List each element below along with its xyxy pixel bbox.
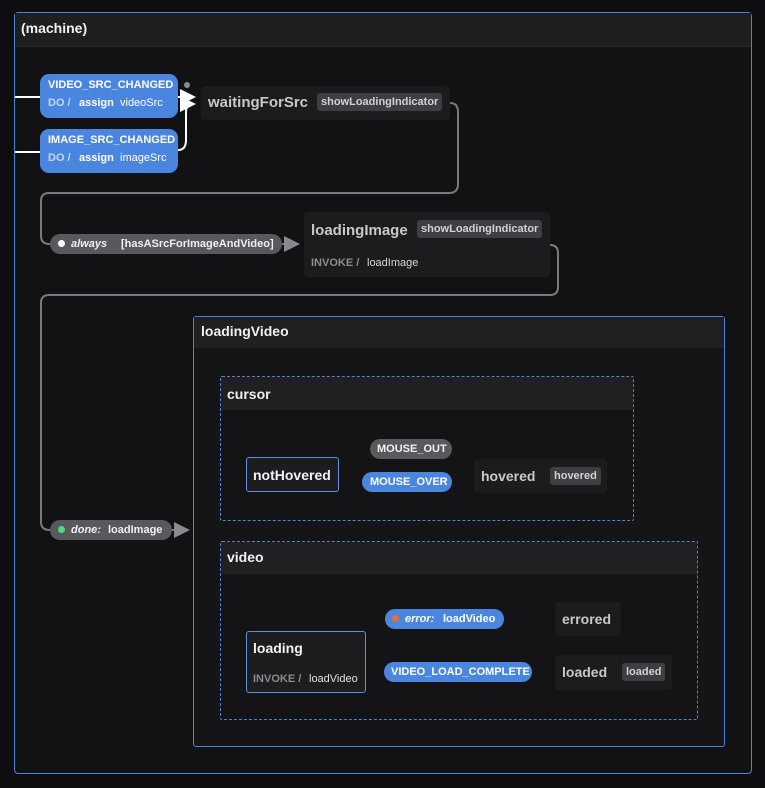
loaded-tag: loaded (622, 663, 666, 681)
done-dot-icon (58, 526, 65, 533)
video-load-complete-transition[interactable]: VIDEO_LOAD_COMPLETE (384, 662, 532, 682)
image-src-changed-transition[interactable]: IMAGE_SRC_CHANGED DO / assign imageSrc (40, 129, 178, 173)
video-src-changed-do: DO / (48, 97, 71, 109)
image-src-changed-do: DO / (48, 152, 71, 164)
edge-image-src-to-waiting (177, 96, 196, 151)
loading-invoke-src: loadVideo (309, 673, 358, 685)
state-nothovered[interactable]: notHovered (246, 457, 339, 492)
loading-title: loading (253, 640, 303, 656)
nothovered-title: notHovered (253, 467, 331, 483)
loadingimage-title: loadingImage (311, 222, 408, 239)
always-guard: [hasASrcForImageAndVideo] (121, 238, 274, 250)
hovered-title: hovered (481, 468, 536, 484)
loadingvideo-title: loadingVideo (201, 323, 289, 339)
state-loading[interactable]: loading INVOKE / loadVideo (246, 631, 366, 693)
video-src-changed-target: videoSrc (120, 97, 163, 109)
image-src-changed-assign: assign (79, 152, 114, 164)
mouse-out-transition[interactable]: MOUSE_OUT (370, 439, 452, 459)
done-event: done: (71, 524, 101, 536)
mouse-out-event: MOUSE_OUT (377, 443, 447, 455)
waitingforsrc-tag: showLoadingIndicator (317, 93, 443, 111)
state-loaded[interactable]: loaded loaded (555, 655, 672, 690)
video-title: video (227, 549, 264, 565)
initial-dot-waiting (184, 82, 190, 88)
video-header (221, 542, 697, 574)
cursor-title: cursor (227, 386, 271, 402)
video-src-changed-assign: assign (79, 97, 114, 109)
always-dot-icon (58, 240, 65, 247)
mouse-over-event: MOUSE_OVER (370, 476, 448, 488)
always-event: always (71, 238, 108, 250)
errored-title: errored (562, 611, 612, 627)
error-event: error: (405, 613, 435, 625)
done-transition[interactable]: done: loadImage (50, 520, 172, 540)
state-loadingimage[interactable]: loadingImage showLoadingIndicator INVOKE… (304, 212, 550, 277)
state-errored[interactable]: errored (555, 602, 621, 636)
video-load-complete-event: VIDEO_LOAD_COMPLETE (391, 666, 530, 678)
always-transition[interactable]: always [hasASrcForImageAndVideo] (50, 234, 282, 254)
loading-invoke-label: INVOKE / (253, 673, 302, 685)
loadingimage-invoke-src: loadImage (367, 257, 419, 269)
state-hovered[interactable]: hovered hovered (474, 459, 607, 493)
done-target: loadImage (108, 524, 163, 536)
video-src-changed-transition[interactable]: VIDEO_SRC_CHANGED DO / assign videoSrc (40, 74, 178, 118)
video-src-changed-event: VIDEO_SRC_CHANGED (48, 79, 174, 91)
image-src-changed-event: IMAGE_SRC_CHANGED (48, 134, 176, 146)
loadingimage-invoke-label: INVOKE / (311, 257, 360, 269)
waitingforsrc-title: waitingForSrc (208, 94, 309, 111)
error-target: loadVideo (443, 613, 496, 625)
loadingimage-tag: showLoadingIndicator (417, 220, 543, 238)
mouse-over-transition[interactable]: MOUSE_OVER (362, 472, 452, 492)
error-transition[interactable]: error: loadVideo (385, 609, 504, 629)
loaded-title: loaded (562, 664, 608, 680)
image-src-changed-target: imageSrc (120, 152, 167, 164)
hovered-tag: hovered (550, 467, 601, 485)
error-dot-icon (392, 615, 399, 622)
cursor-header (221, 377, 633, 410)
state-waitingforsrc[interactable]: waitingForSrc showLoadingIndicator (201, 86, 450, 120)
